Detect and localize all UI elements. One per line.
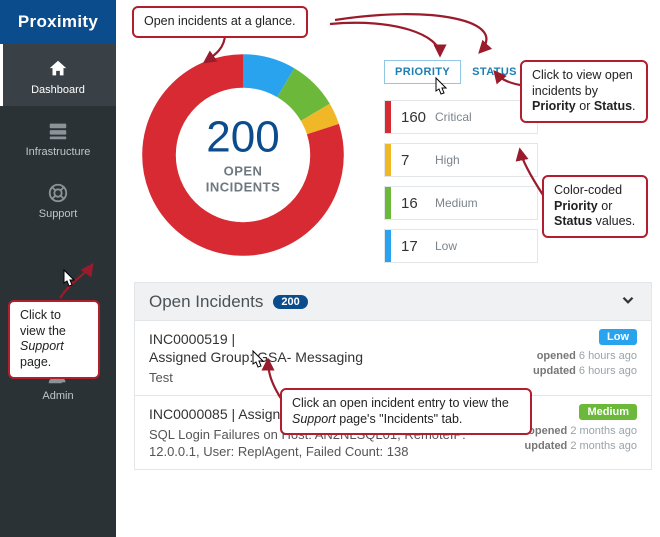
- tab-priority[interactable]: PRIORITY: [384, 60, 461, 84]
- incident-meta: opened 2 months ago updated 2 months ago: [525, 424, 638, 455]
- priority-badge: Medium: [579, 404, 637, 420]
- incident-id-line: INC0000519 |: [149, 331, 637, 347]
- panel-title: Open Incidents: [149, 292, 263, 312]
- incident-description: Test: [149, 369, 479, 387]
- callout-top: Open incidents at a glance.: [132, 6, 308, 38]
- donut-total: 200: [206, 115, 281, 159]
- sidebar-item-label: Admin: [42, 390, 73, 402]
- sidebar-item-label: Dashboard: [31, 84, 85, 96]
- stat-critical[interactable]: 160 Critical: [384, 100, 538, 134]
- priority-badge: Low: [599, 329, 637, 345]
- sidebar-item-label: Infrastructure: [26, 146, 91, 158]
- sidebar-item-label: Support: [39, 208, 78, 220]
- callout-support-page: Click to view the Support page.: [8, 300, 100, 379]
- home-icon: [47, 58, 69, 80]
- panel-count-badge: 200: [273, 295, 307, 309]
- stat-low[interactable]: 17 Low: [384, 229, 538, 263]
- sidebar-item-infrastructure[interactable]: Infrastructure: [0, 106, 116, 168]
- panel-header[interactable]: Open Incidents 200: [135, 283, 651, 320]
- tab-status[interactable]: STATUS: [461, 60, 528, 84]
- sidebar: Proximity Dashboard Infrastructure Suppo…: [0, 0, 116, 537]
- donut-center: 200 OPENINCIDENTS: [206, 115, 281, 194]
- incident-meta: opened 6 hours ago updated 6 hours ago: [533, 349, 637, 380]
- incident-row[interactable]: INC0000519 | Assigned Group: GSA- Messag…: [135, 320, 651, 395]
- sidebar-item-dashboard[interactable]: Dashboard: [0, 44, 116, 106]
- donut-caption: OPENINCIDENTS: [206, 163, 281, 194]
- stat-high[interactable]: 7 High: [384, 143, 538, 177]
- brand-logo: Proximity: [0, 0, 116, 44]
- lifebuoy-icon: [47, 182, 69, 204]
- incident-tabs: PRIORITY STATUS: [384, 60, 528, 84]
- priority-legend: 160 Critical 7 High 16 Medium 17 Low: [384, 100, 538, 263]
- open-incidents-panel: Open Incidents 200 INC0000519 | Assigned…: [134, 282, 652, 470]
- server-icon: [47, 120, 69, 142]
- stat-medium[interactable]: 16 Medium: [384, 186, 538, 220]
- callout-incident-click: Click an open incident entry to view the…: [280, 388, 532, 435]
- open-incidents-donut[interactable]: 200 OPENINCIDENTS: [138, 50, 348, 260]
- callout-right-tabs: Click to view open incidents by Priority…: [520, 60, 648, 123]
- chevron-down-icon[interactable]: [619, 291, 637, 312]
- callout-right-colors: Color-coded Priority or Status values.: [542, 175, 648, 238]
- sidebar-item-support[interactable]: Support: [0, 168, 116, 230]
